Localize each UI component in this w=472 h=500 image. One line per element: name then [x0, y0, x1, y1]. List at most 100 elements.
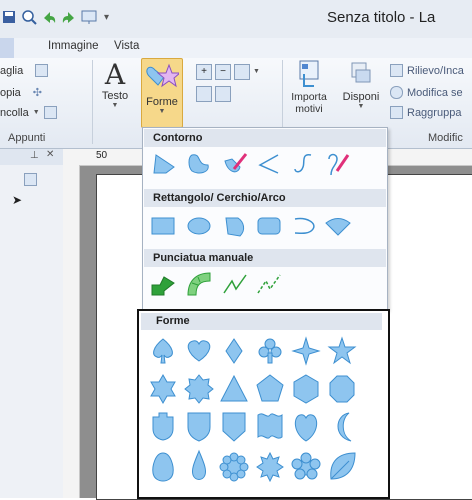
close-icon[interactable]: ✕ [46, 149, 54, 160]
arrange-icon [351, 62, 371, 83]
section-title: Contorno [153, 132, 203, 144]
leaf-shape-icon[interactable] [330, 452, 356, 480]
drop-shape-icon[interactable] [192, 449, 206, 480]
diamond-shape-icon[interactable] [225, 338, 243, 364]
outline-curve-icon[interactable] [289, 150, 319, 178]
banner-shape-icon[interactable] [257, 413, 283, 439]
chevron-down-icon: ▼ [357, 103, 365, 110]
hand-icon[interactable] [196, 86, 212, 102]
group-icon [390, 106, 403, 119]
egg-shape-icon[interactable] [152, 452, 174, 482]
section-header-contorno: Contorno [144, 129, 386, 147]
manual-dashed-icon[interactable] [254, 270, 284, 298]
section-title: Punciatua manuale [153, 252, 254, 264]
scallop-8-shape-icon[interactable] [219, 452, 249, 482]
pin-icon[interactable]: ⊥ [30, 150, 39, 161]
tab-vista[interactable]: Vista [108, 40, 145, 52]
forme-grid [150, 336, 357, 483]
club-shape-icon[interactable] [258, 338, 282, 364]
tab-home[interactable] [0, 38, 14, 58]
section-header-punciatua: Punciatua manuale [144, 249, 386, 267]
manual-line-icon[interactable] [220, 270, 250, 298]
ribbon-tabs: Immagine Vista [0, 38, 472, 59]
manual-green-striped-icon[interactable] [184, 270, 214, 298]
star-4-shape-icon[interactable] [291, 336, 321, 366]
paste-button[interactable]: ncolla ▼ [0, 106, 57, 119]
flower-shape-icon[interactable] [291, 452, 321, 480]
vertical-ruler [63, 165, 80, 498]
shape-gallery: Contorno Rettangolo/ Cerchio/Arco Puncia… [142, 127, 388, 310]
pentagon-shape-icon[interactable] [256, 374, 284, 402]
copy-button[interactable]: opia ✣ [0, 86, 43, 100]
undo-icon[interactable] [40, 8, 58, 26]
heart-round-shape-icon[interactable] [294, 414, 318, 442]
testo-button[interactable]: A Testo ▼ [94, 60, 136, 126]
zoom-icon[interactable] [20, 8, 38, 26]
tab-immagine[interactable]: Immagine [42, 40, 105, 52]
save-icon[interactable] [0, 8, 18, 26]
manual-green-filled-icon[interactable] [148, 270, 178, 298]
section-title: Rettangolo/ Cerchio/Arco [153, 192, 286, 204]
page-icon[interactable] [24, 173, 37, 186]
fan-shape-icon[interactable] [220, 212, 250, 240]
quick-access-toolbar: ▾ [0, 6, 109, 28]
arc-icon[interactable] [289, 212, 319, 240]
cut-label: aglia [0, 64, 24, 77]
shield-shape-icon[interactable] [187, 412, 211, 442]
zoom-fit-icon[interactable] [234, 64, 250, 80]
zoom-out-icon[interactable]: − [215, 64, 231, 80]
octagon-shape-icon[interactable] [329, 375, 355, 403]
outline-zigzag-icon[interactable] [254, 150, 284, 178]
import-icon [299, 60, 319, 87]
cursor-icon[interactable]: ➤ [12, 193, 22, 207]
crescent-shape-icon[interactable] [337, 412, 352, 442]
rilievo-label: Rilievo/Inca [407, 64, 464, 77]
group-label-appunti: Appunti [8, 132, 46, 144]
monitor-icon[interactable] [80, 8, 98, 26]
forme-section: Forme [137, 309, 390, 499]
zoom-in-icon[interactable]: + [196, 64, 212, 80]
sector-icon[interactable] [323, 212, 353, 240]
star-6-shape-icon[interactable] [150, 373, 176, 405]
title-bar: ▾ Senza titolo - La [0, 0, 472, 38]
shield-notched-shape-icon[interactable] [152, 412, 174, 441]
paste-special-icon [35, 64, 49, 77]
measure-icon[interactable] [215, 86, 231, 102]
ruler-mark: 50 [96, 150, 108, 161]
spade-shape-icon[interactable] [153, 338, 173, 364]
star-5-shape-icon[interactable] [327, 336, 357, 365]
heart-shape-icon[interactable] [187, 340, 211, 362]
chevron-down-icon: ▼ [111, 102, 119, 109]
triangle-shape-icon[interactable] [220, 374, 248, 402]
hand-tools [196, 86, 231, 102]
outline-blob-icon[interactable] [184, 150, 214, 178]
left-panel: ⊥ ✕ ➤ [0, 149, 64, 498]
ellipse-icon[interactable] [184, 212, 214, 240]
paste-label: ncolla [0, 106, 29, 119]
customize-toolbar-icon[interactable]: ▾ [104, 12, 109, 23]
modifica-button[interactable]: Modifica se [390, 86, 463, 99]
panel-header: ⊥ ✕ [0, 149, 63, 165]
burst-shape-icon[interactable] [256, 451, 284, 483]
badge-shape-icon[interactable] [222, 412, 246, 442]
grid-icon: ✣ [32, 87, 43, 99]
chevron-down-icon: ▼ [32, 109, 40, 116]
rilievo-button[interactable]: Rilievo/Inca [390, 64, 464, 77]
outline-pen-icon[interactable] [323, 150, 353, 178]
shapes-icon [146, 63, 182, 88]
cut-button[interactable]: aglia [0, 64, 49, 77]
chevron-down-icon[interactable]: ▼ [253, 68, 260, 80]
redo-icon[interactable] [60, 8, 78, 26]
forme-button[interactable]: Forme ▼ [141, 58, 183, 128]
rectangle-icon[interactable] [148, 212, 178, 240]
importa-motivi-button[interactable]: Importa motivi [284, 60, 334, 126]
raggruppa-button[interactable]: Raggruppa [390, 106, 461, 119]
raggruppa-label: Raggruppa [407, 106, 462, 119]
outline-pen-filled-icon[interactable] [220, 150, 250, 178]
rounded-rectangle-icon[interactable] [254, 212, 284, 240]
zoom-tools: + − ▼ [196, 64, 260, 80]
hexagon-shape-icon[interactable] [293, 374, 319, 404]
star-8-shape-icon[interactable] [184, 374, 214, 404]
disponi-button[interactable]: Disponi ▼ [341, 60, 381, 126]
outline-polygon-icon[interactable] [148, 150, 178, 178]
